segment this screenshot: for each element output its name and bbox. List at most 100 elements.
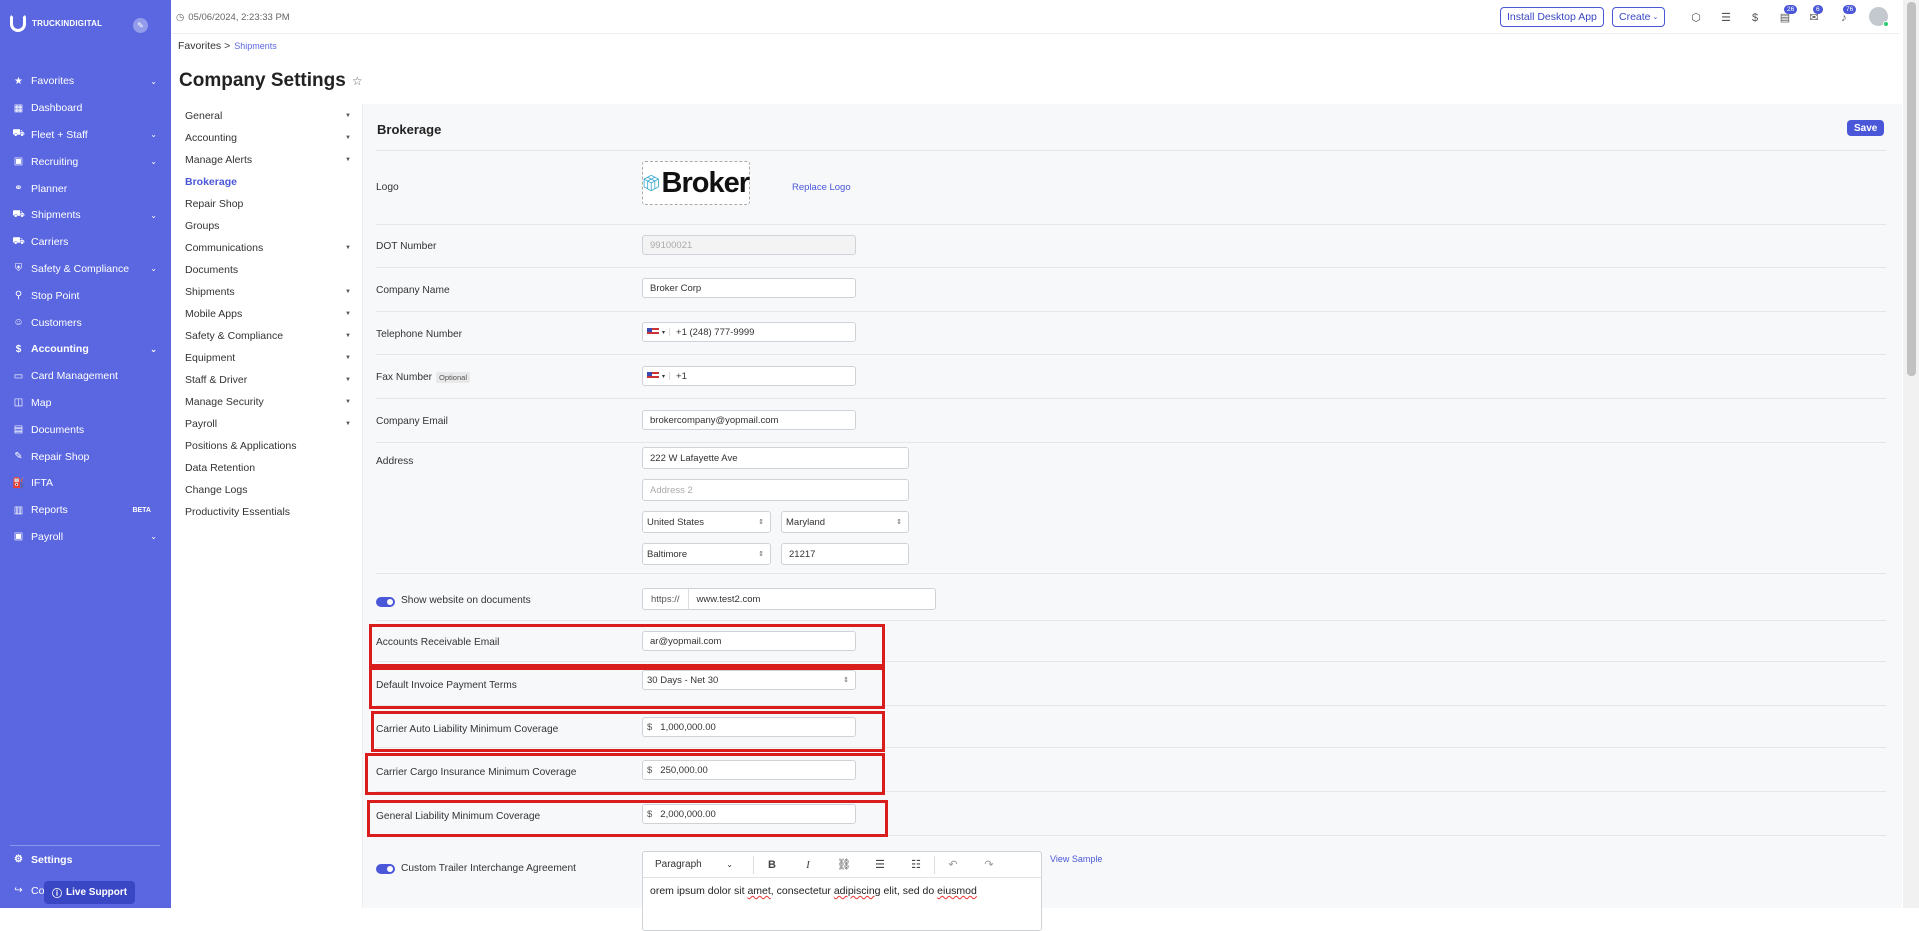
dollar-circle-icon[interactable]: $ — [1748, 11, 1762, 24]
subnav-item-safety-compliance[interactable]: Safety & Compliance ▼ — [171, 325, 361, 347]
zip-input[interactable]: 21217 — [781, 543, 909, 565]
list-icon[interactable]: ☰ — [1719, 11, 1733, 24]
sidebar-item-repair-shop[interactable]: ✎ Repair Shop — [0, 443, 171, 470]
sidebar-item-ifta[interactable]: ⛽ IFTA — [0, 470, 171, 497]
create-button[interactable]: Create ⌄ — [1612, 7, 1666, 27]
sidebar-item-reports[interactable]: ▥ Reports BETA — [0, 497, 171, 524]
sidebar-item-favorites[interactable]: ★ Favorites ⌄ — [0, 68, 171, 95]
city-select[interactable]: Baltimore ⇕ — [642, 543, 771, 565]
trailer-agreement-toggle[interactable] — [376, 864, 395, 874]
sidebar-nav: ★ Favorites ⌄ ▦ Dashboard ⛟ Fleet + Staff ⌄ ▣ Rec… — [0, 68, 171, 550]
sidebar-item-co[interactable]: ↪ Co — [12, 884, 44, 897]
sidebar-item-customers[interactable]: ☺ Customers — [0, 309, 171, 336]
show-website-label: Show website on documents — [401, 595, 531, 606]
logo-upload[interactable]: Broker — [642, 161, 750, 205]
dot-number-input[interactable]: 99100021 — [642, 235, 856, 255]
install-desktop-app-button[interactable]: Install Desktop App — [1500, 7, 1604, 27]
subnav-item-staff-driver[interactable]: Staff & Driver ▼ — [171, 369, 361, 391]
subnav-item-label: Data Retention — [185, 462, 256, 474]
breadcrumb-root[interactable]: Favorites > — [178, 40, 230, 52]
subnav-item-productivity-essentials[interactable]: Productivity Essentials — [171, 501, 361, 523]
subnav-item-data-retention[interactable]: Data Retention — [171, 457, 361, 479]
caret-down-icon: ▼ — [345, 377, 351, 383]
subnav-item-manage-security[interactable]: Manage Security ▼ — [171, 391, 361, 413]
logo-row: Logo Broker Replace Logo — [376, 150, 1886, 225]
sidebar-item-recruiting[interactable]: ▣ Recruiting ⌄ — [0, 148, 171, 175]
map-pin-icon: ⚲ — [14, 290, 23, 302]
sidebar-item-card-management[interactable]: ▭ Card Management — [0, 363, 171, 390]
company-email-input[interactable]: brokercompany@yopmail.com — [642, 410, 856, 430]
compass-icon[interactable]: ✎ — [133, 18, 148, 33]
sidebar-item-shipments[interactable]: ⛟ Shipments ⌄ — [0, 202, 171, 229]
cube-icon[interactable]: ⬡ — [1689, 11, 1703, 24]
live-support-button[interactable]: ⓘ Live Support — [44, 881, 136, 904]
subnav-item-positions-applications[interactable]: Positions & Applications — [171, 435, 361, 457]
save-button[interactable]: Save — [1847, 120, 1885, 136]
chat-icon[interactable]: ✉ 6 — [1807, 5, 1823, 24]
subnav-item-shipments[interactable]: Shipments ▼ — [171, 281, 361, 303]
caret-down-icon: ▼ — [345, 289, 351, 295]
rich-text-editor[interactable]: Paragraph ⌄ B I ⛓ ☰ ☷ ↶ ↷ orem ipsum dolo… — [642, 851, 1042, 931]
breadcrumb-current[interactable]: Shipments — [234, 41, 277, 51]
country-code-select[interactable]: ▾ — [647, 372, 671, 380]
subnav-item-manage-alerts[interactable]: Manage Alerts ▼ — [171, 149, 361, 171]
numbered-list-icon[interactable]: ☷ — [898, 858, 934, 871]
address-line2-input[interactable]: Address 2 — [642, 479, 909, 501]
website-input[interactable]: https:// www.test2.com — [642, 588, 936, 610]
telephone-label: Telephone Number — [376, 329, 463, 340]
bold-icon[interactable]: B — [754, 859, 790, 871]
truck-icon: ⛟ — [12, 128, 25, 140]
state-select[interactable]: Maryland ⇕ — [781, 511, 909, 533]
favorite-star-icon[interactable]: ☆ — [352, 74, 363, 88]
subnav-item-documents[interactable]: Documents — [171, 259, 361, 281]
redo-icon[interactable]: ↷ — [971, 858, 1007, 871]
sidebar-item-carriers[interactable]: ⛟ Carriers — [0, 229, 171, 256]
sidebar-item-dashboard[interactable]: ▦ Dashboard — [0, 95, 171, 122]
bullet-list-icon[interactable]: ☰ — [862, 858, 898, 871]
sidebar-item-label: IFTA — [31, 477, 53, 490]
subnav-item-repair-shop[interactable]: Repair Shop — [171, 193, 361, 215]
paragraph-style-select[interactable]: Paragraph ⌄ — [655, 859, 743, 870]
company-name-label: Company Name — [376, 285, 450, 296]
sidebar-item-payroll[interactable]: ▣ Payroll ⌄ — [0, 524, 171, 551]
sidebar-item-map[interactable]: ◫ Map — [0, 390, 171, 417]
show-website-toggle[interactable] — [376, 597, 395, 607]
link-icon[interactable]: ⛓ — [826, 858, 862, 871]
subnav-item-payroll[interactable]: Payroll ▼ — [171, 413, 361, 435]
page-scrollbar[interactable] — [1903, 0, 1919, 908]
sidebar-item-accounting[interactable]: $ Accounting ⌄ — [0, 336, 171, 363]
subnav-item-accounting[interactable]: Accounting ▼ — [171, 127, 361, 149]
sidebar-item-planner[interactable]: ⚭ Planner — [0, 175, 171, 202]
subnav-item-groups[interactable]: Groups — [171, 215, 361, 237]
sidebar-item-documents[interactable]: ▤ Documents — [0, 416, 171, 443]
italic-icon[interactable]: I — [790, 859, 826, 871]
subnav-item-general[interactable]: General ▼ — [171, 105, 361, 127]
subnav-item-communications[interactable]: Communications ▼ — [171, 237, 361, 259]
subnav-item-change-logs[interactable]: Change Logs — [171, 479, 361, 501]
sidebar-item-settings[interactable]: ⚙ Settings — [12, 853, 72, 866]
subnav-item-label: Equipment — [185, 352, 236, 364]
replace-logo-link[interactable]: Replace Logo — [792, 182, 851, 193]
telephone-input[interactable]: ▾ +1 (248) 777-9999 — [642, 322, 856, 342]
subnav-item-brokerage[interactable]: Brokerage — [171, 171, 361, 193]
country-code-select[interactable]: ▾ — [647, 328, 671, 336]
view-sample-link[interactable]: View Sample — [1050, 854, 1102, 864]
subnav-item-label: Groups — [185, 220, 220, 232]
subnav-item-equipment[interactable]: Equipment ▼ — [171, 347, 361, 369]
scrollbar-thumb[interactable] — [1907, 2, 1916, 376]
undo-icon[interactable]: ↶ — [935, 858, 971, 871]
country-select[interactable]: United States ⇕ — [642, 511, 771, 533]
fax-input[interactable]: ▾ +1 — [642, 366, 856, 386]
editor-content[interactable]: orem ipsum dolor sit amet, consectetur a… — [643, 878, 1041, 904]
sidebar-item-safety-compliance[interactable]: ⛨ Safety & Compliance ⌄ — [0, 256, 171, 283]
tasks-icon[interactable]: ▤ 26 — [1778, 5, 1798, 24]
avatar[interactable] — [1869, 7, 1889, 27]
bell-icon[interactable]: ♪ 76 — [1837, 5, 1857, 24]
sidebar-item-stop-point[interactable]: ⚲ Stop Point — [0, 282, 171, 309]
fax-label: Fax Number — [376, 372, 433, 383]
address-line1-input[interactable]: 222 W Lafayette Ave — [642, 447, 909, 469]
brand-logo[interactable]: TRUCKINDIGITAL — [10, 12, 102, 34]
subnav-item-mobile-apps[interactable]: Mobile Apps ▼ — [171, 303, 361, 325]
sidebar-item-fleet-staff[interactable]: ⛟ Fleet + Staff ⌄ — [0, 122, 171, 149]
company-name-input[interactable]: Broker Corp — [642, 278, 856, 298]
